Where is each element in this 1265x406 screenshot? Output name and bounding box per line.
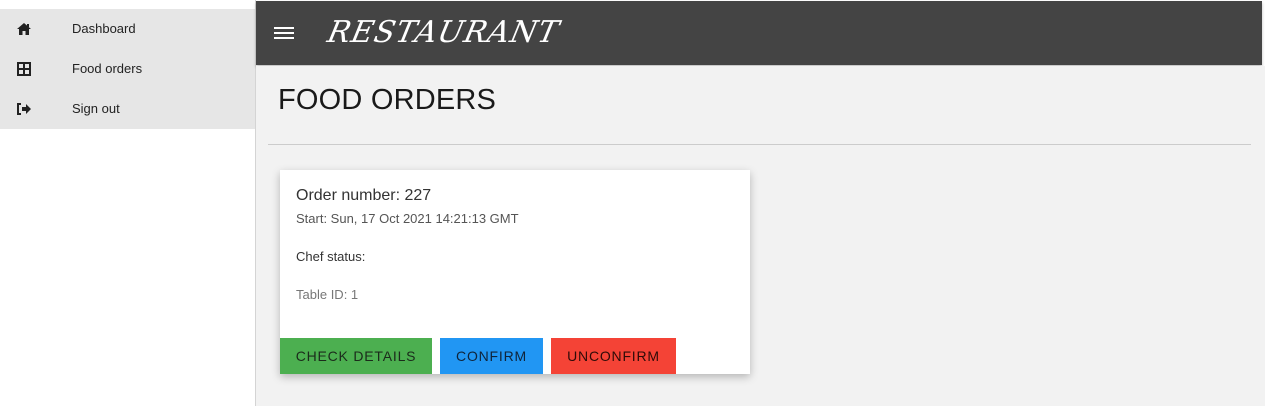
- order-start-time: Start: Sun, 17 Oct 2021 14:21:13 GMT: [296, 211, 519, 226]
- unconfirm-button[interactable]: UNCONFIRM: [551, 338, 676, 374]
- sidebar-item-label: Food orders: [72, 61, 143, 76]
- order-number: Order number: 227: [296, 187, 432, 204]
- top-app-bar: RESTAURANT: [256, 1, 1262, 65]
- table-id: Table ID: 1: [296, 287, 359, 302]
- sign-out-icon: [16, 101, 32, 117]
- order-card: Order number: 227 Start: Sun, 17 Oct 202…: [280, 170, 750, 374]
- divider: [268, 144, 1251, 145]
- sidebar-item-sign-out[interactable]: Sign out: [0, 89, 255, 129]
- brand-logo: RESTAURANT: [324, 15, 563, 50]
- page-title: FOOD ORDERS: [278, 84, 497, 116]
- home-icon: [16, 21, 32, 37]
- sidebar-item-food-orders[interactable]: Food orders: [0, 49, 255, 89]
- sidebar-item-dashboard[interactable]: Dashboard: [0, 9, 255, 49]
- sidebar: Dashboard Food orders Sign out: [0, 9, 255, 129]
- check-details-button[interactable]: CHECK DETAILS: [280, 338, 432, 374]
- sidebar-item-label: Dashboard: [72, 21, 136, 36]
- main-content: FOOD ORDERS Order number: 227 Start: Sun…: [256, 66, 1265, 406]
- sidebar-item-label: Sign out: [72, 101, 120, 116]
- grid-icon: [16, 61, 32, 77]
- confirm-button[interactable]: CONFIRM: [440, 338, 543, 374]
- hamburger-menu-icon[interactable]: [274, 25, 294, 41]
- chef-status: Chef status:: [296, 249, 366, 264]
